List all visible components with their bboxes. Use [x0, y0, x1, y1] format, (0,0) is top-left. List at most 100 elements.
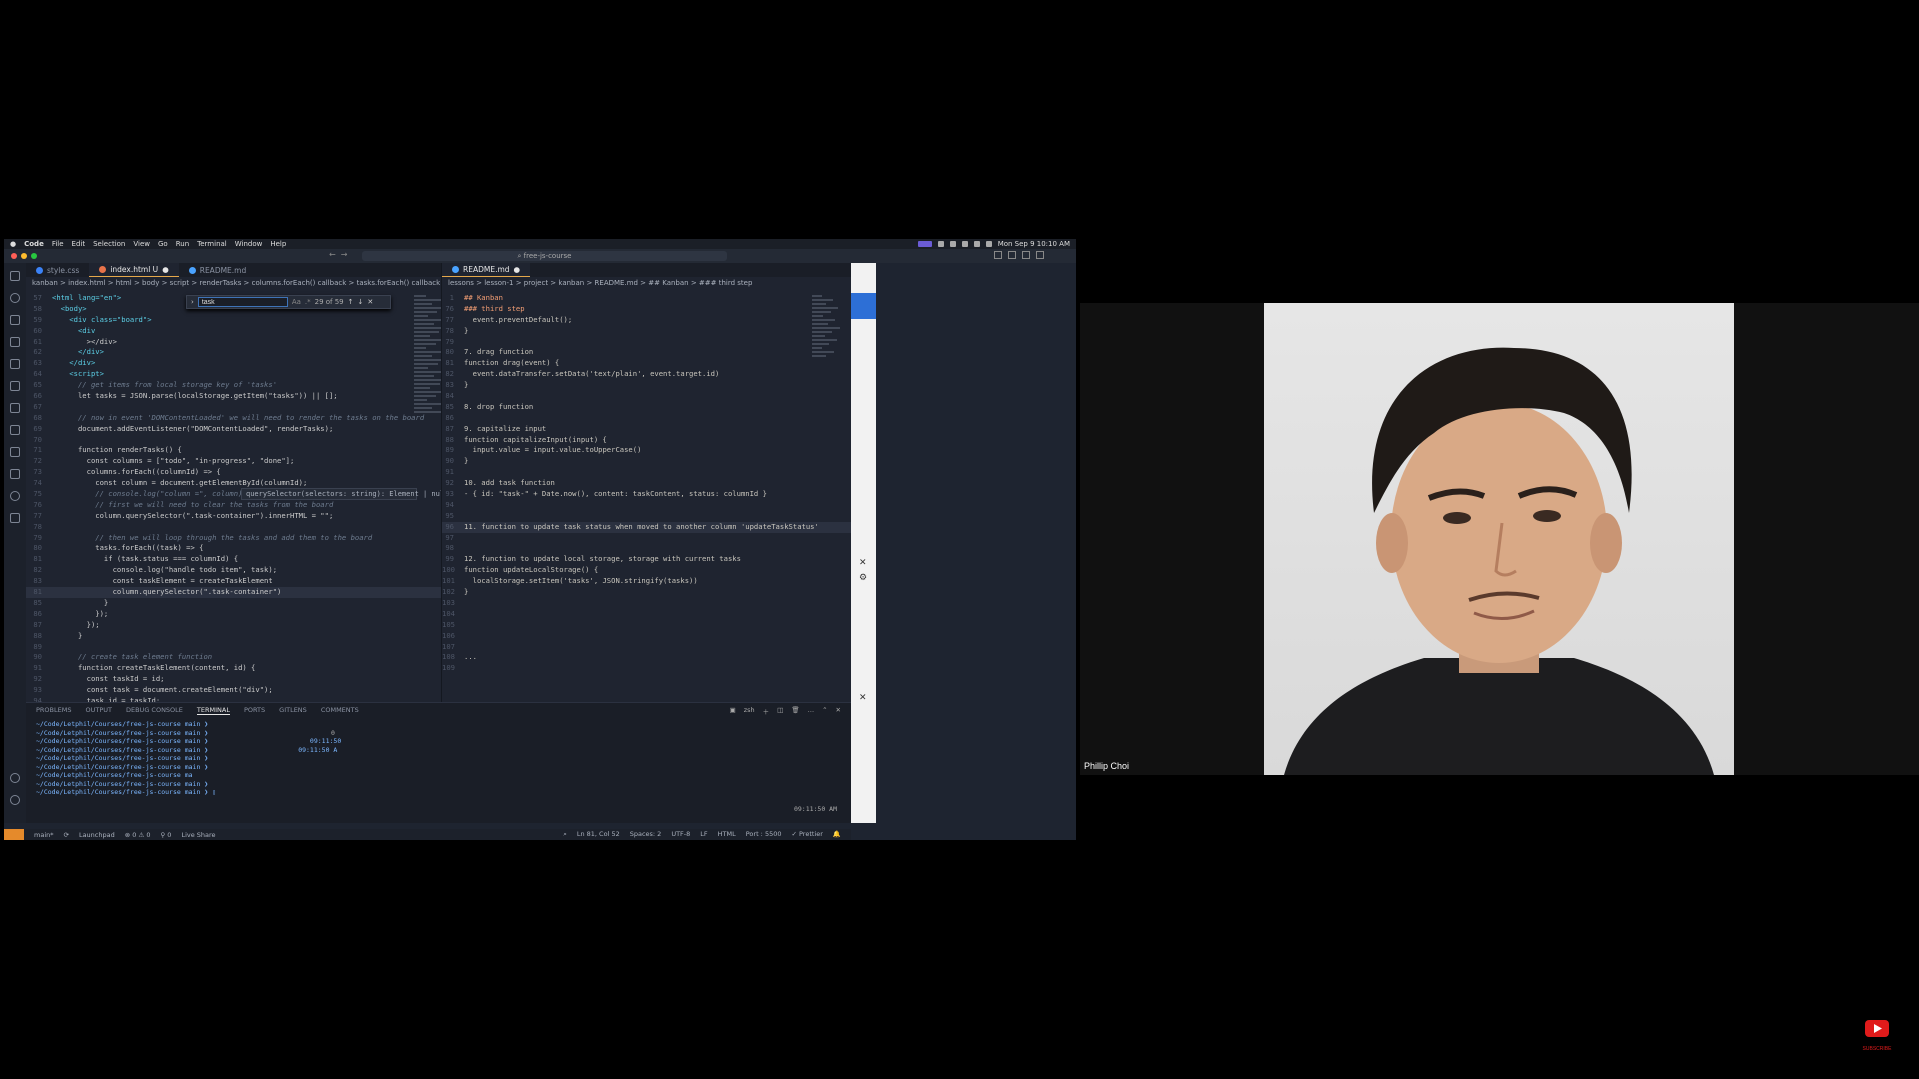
line-number[interactable]: 87	[442, 424, 464, 435]
zoom-icon[interactable]: ⌕	[563, 830, 567, 839]
git-branch[interactable]: main*	[34, 831, 54, 839]
line-number[interactable]: 63	[26, 358, 52, 369]
menu-item[interactable]: Run	[176, 240, 189, 248]
menu-item[interactable]: View	[133, 240, 150, 248]
line-number[interactable]: 102	[442, 587, 464, 598]
code-line[interactable]: 102}	[442, 587, 851, 598]
code-line[interactable]: 78}	[442, 326, 851, 337]
line-number[interactable]: 79	[26, 533, 52, 544]
menu-app[interactable]: Code	[24, 240, 44, 248]
line-number[interactable]: 64	[26, 369, 52, 380]
live-share[interactable]: Live Share	[181, 831, 215, 839]
line-number[interactable]: 72	[26, 456, 52, 467]
code-line[interactable]: 97	[442, 533, 851, 544]
toggle-replace-icon[interactable]: ›	[191, 298, 194, 306]
prettier-status[interactable]: ✓ Prettier	[791, 830, 822, 839]
menu-item[interactable]: Selection	[93, 240, 125, 248]
modified-dot-icon[interactable]: ●	[514, 265, 521, 274]
code-line[interactable]: 81 function drag(event) {	[442, 358, 851, 369]
more-icon[interactable]: …	[808, 706, 815, 716]
line-number[interactable]: 57	[26, 293, 52, 304]
code-line[interactable]: 94	[442, 500, 851, 511]
code-line[interactable]: 103	[442, 598, 851, 609]
code-line[interactable]: 91	[442, 467, 851, 478]
youtube-subscribe-watermark[interactable]: SUBSCRIBE	[1862, 1020, 1892, 1052]
wifi-icon[interactable]	[973, 241, 980, 247]
line-number[interactable]: 82	[442, 369, 464, 380]
line-number[interactable]: 94	[442, 500, 464, 511]
menu-item[interactable]: Edit	[72, 240, 86, 248]
line-number[interactable]: 80	[442, 347, 464, 358]
line-number[interactable]: 97	[442, 533, 464, 544]
status-icon[interactable]	[949, 241, 956, 247]
line-number[interactable]: 95	[442, 511, 464, 522]
code-line[interactable]: 88 function capitalizeInput(input) {	[442, 435, 851, 446]
ports-count[interactable]: ⚲ 0	[160, 831, 171, 839]
docker-icon[interactable]	[10, 403, 20, 413]
line-number[interactable]: 71	[26, 445, 52, 456]
line-number[interactable]: 78	[442, 326, 464, 337]
line-number[interactable]: 91	[442, 467, 464, 478]
code-line[interactable]: 1 ## Kanban	[442, 293, 851, 304]
code-line[interactable]: 101 localStorage.setItem('tasks', JSON.s…	[442, 576, 851, 587]
zoom-window-button[interactable]	[31, 253, 37, 259]
code-editor-right[interactable]: 1 ## Kanban 76 ### third step 77 event.preve…	[442, 293, 851, 674]
new-terminal-icon[interactable]: ＋	[763, 706, 770, 716]
extensions-icon[interactable]	[10, 359, 20, 369]
code-line[interactable]: 87 9. capitalize input	[442, 424, 851, 435]
tab-index-html[interactable]: index.html U ●	[89, 263, 179, 277]
menu-item[interactable]: Terminal	[197, 240, 227, 248]
line-number[interactable]: 60	[26, 326, 52, 337]
code-line[interactable]: 93- { id: "task-" + Date.now(), content:…	[442, 489, 851, 500]
code-line[interactable]: 86	[442, 413, 851, 424]
status-icon[interactable]	[937, 241, 944, 247]
minimap[interactable]	[812, 293, 844, 363]
regex-icon[interactable]: .*	[305, 298, 311, 306]
code-line[interactable]: 106	[442, 631, 851, 642]
line-number[interactable]: 96	[442, 522, 464, 533]
minimize-window-button[interactable]	[21, 253, 27, 259]
code-line[interactable]: 104	[442, 609, 851, 620]
code-line[interactable]: 82 event.dataTransfer.setData('text/plai…	[442, 369, 851, 380]
line-number[interactable]: 93	[26, 685, 52, 696]
toggle-panel-icon[interactable]	[1008, 251, 1016, 259]
line-number[interactable]: 103	[442, 598, 464, 609]
settings-gear-icon[interactable]: ⚙	[859, 573, 867, 583]
problems-count[interactable]: ⊗ 0 ⚠ 0	[125, 831, 151, 839]
line-number[interactable]: 91	[26, 663, 52, 674]
language-mode[interactable]: HTML	[718, 830, 736, 839]
code-line[interactable]: 85 8. drop function	[442, 402, 851, 413]
line-number[interactable]: 80	[26, 543, 52, 554]
notifications-icon[interactable]: 🔔	[833, 830, 841, 839]
panel-tab[interactable]: PROBLEMS	[36, 706, 71, 714]
code-line[interactable]: 100 function updateLocalStorage() {	[442, 565, 851, 576]
code-line[interactable]: 96 11. function to update task status whe…	[442, 521, 851, 533]
code-line[interactable]: 79	[442, 337, 851, 348]
menu-item[interactable]: Go	[158, 240, 168, 248]
testing-icon[interactable]	[10, 447, 20, 457]
line-number[interactable]: 106	[442, 631, 464, 642]
code-line[interactable]: 83}	[442, 380, 851, 391]
find-input[interactable]	[197, 297, 288, 307]
line-number[interactable]: 66	[26, 391, 52, 402]
code-line[interactable]: 89 input.value = input.value.toUpperCase…	[442, 445, 851, 456]
code-line[interactable]: 76 ### third step	[442, 304, 851, 315]
panel-tab[interactable]: TERMINAL	[196, 706, 230, 715]
line-number[interactable]: 65	[26, 380, 52, 391]
line-number[interactable]: 79	[442, 337, 464, 348]
line-number[interactable]: 86	[442, 413, 464, 424]
line-number[interactable]: 61	[26, 337, 52, 348]
line-number[interactable]: 93	[442, 489, 464, 500]
tab-readme[interactable]: README.md ●	[442, 263, 531, 277]
breadcrumb[interactable]: lessons > lesson-1 > project > kanban > …	[442, 277, 851, 289]
line-number[interactable]: 90	[26, 652, 52, 663]
search-icon[interactable]	[10, 293, 20, 303]
line-number[interactable]: 107	[442, 642, 464, 653]
line-number[interactable]: 84	[442, 391, 464, 402]
line-number[interactable]: 88	[442, 435, 464, 446]
remote-indicator[interactable]	[4, 829, 24, 840]
line-number[interactable]: 58	[26, 304, 52, 315]
line-number[interactable]: 75	[26, 489, 52, 500]
apple-icon[interactable]: ●	[10, 240, 16, 248]
sync-icon[interactable]: ⟳	[64, 831, 69, 839]
